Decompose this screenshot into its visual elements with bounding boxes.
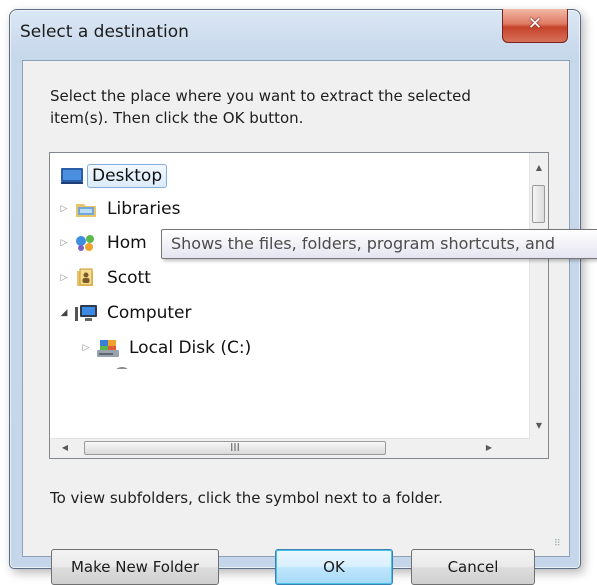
scrollbar-corner bbox=[530, 439, 548, 458]
vertical-scrollbar[interactable]: ▲ ▼ bbox=[529, 153, 548, 439]
homegroup-icon bbox=[74, 233, 98, 253]
tree-item-computer[interactable]: ◢ Computer bbox=[58, 298, 198, 328]
select-destination-dialog: Select a destination ✕ Select the place … bbox=[9, 9, 581, 585]
tree-item-homegroup[interactable]: ▷ Hom bbox=[58, 228, 153, 258]
close-icon: ✕ bbox=[527, 14, 543, 34]
folder-tree[interactable]: Desktop ▷ Libraries ▷ Hom ▷ Scott ◢ Comp… bbox=[49, 152, 549, 459]
tree-item-local-disk[interactable]: ▷ Local Disk (C:) bbox=[80, 333, 257, 363]
tree-item-label: Hom bbox=[107, 233, 147, 253]
close-button[interactable]: ✕ bbox=[502, 9, 568, 43]
collapsed-expander-icon[interactable]: ▷ bbox=[58, 204, 70, 214]
resize-grip-icon[interactable]: ⠿ bbox=[554, 540, 566, 553]
libraries-icon bbox=[74, 199, 98, 219]
tree-item-label: Computer bbox=[107, 303, 192, 323]
collapsed-expander-icon[interactable]: ▷ bbox=[58, 238, 70, 248]
computer-icon bbox=[74, 303, 98, 323]
make-new-folder-button[interactable]: Make New Folder bbox=[51, 549, 219, 585]
partial-tree-item-icon bbox=[112, 359, 132, 369]
cancel-button[interactable]: Cancel bbox=[411, 549, 535, 585]
tree-item-label: Scott bbox=[107, 268, 151, 288]
collapsed-expander-icon[interactable]: ▷ bbox=[58, 273, 70, 283]
horizontal-scrollbar[interactable]: ◀ III ▶ bbox=[50, 438, 530, 458]
tree-item-label: Libraries bbox=[107, 199, 181, 219]
collapsed-expander-icon[interactable]: ▷ bbox=[80, 343, 92, 353]
local-disk-icon bbox=[96, 338, 120, 358]
desktop-icon bbox=[60, 166, 84, 186]
scroll-down-arrow-icon[interactable]: ▼ bbox=[530, 417, 548, 435]
vertical-scroll-thumb[interactable] bbox=[532, 185, 545, 223]
horizontal-scroll-thumb[interactable]: III bbox=[84, 441, 386, 455]
subfolder-hint-text: To view subfolders, click the symbol nex… bbox=[50, 489, 443, 507]
tree-item-libraries[interactable]: ▷ Libraries bbox=[58, 194, 186, 224]
instruction-text: Select the place where you want to extra… bbox=[50, 87, 471, 127]
tree-item-desktop[interactable]: Desktop bbox=[60, 161, 168, 191]
scroll-right-arrow-icon[interactable]: ▶ bbox=[480, 439, 498, 457]
scroll-left-arrow-icon[interactable]: ◀ bbox=[56, 439, 74, 457]
dialog-body: Select the place where you want to extra… bbox=[22, 60, 570, 585]
tooltip: Shows the files, folders, program shortc… bbox=[161, 229, 597, 259]
tree-item-scott[interactable]: ▷ Scott bbox=[58, 263, 157, 293]
user-folder-icon bbox=[74, 268, 98, 288]
tree-item-label: Desktop bbox=[87, 164, 168, 188]
title-bar[interactable]: Select a destination ✕ bbox=[10, 9, 580, 56]
ok-button[interactable]: OK bbox=[275, 549, 393, 585]
expanded-expander-icon[interactable]: ◢ bbox=[58, 308, 70, 318]
dialog-title: Select a destination bbox=[20, 22, 189, 42]
scroll-up-arrow-icon[interactable]: ▲ bbox=[530, 159, 548, 177]
tree-item-label: Local Disk (C:) bbox=[129, 338, 252, 358]
